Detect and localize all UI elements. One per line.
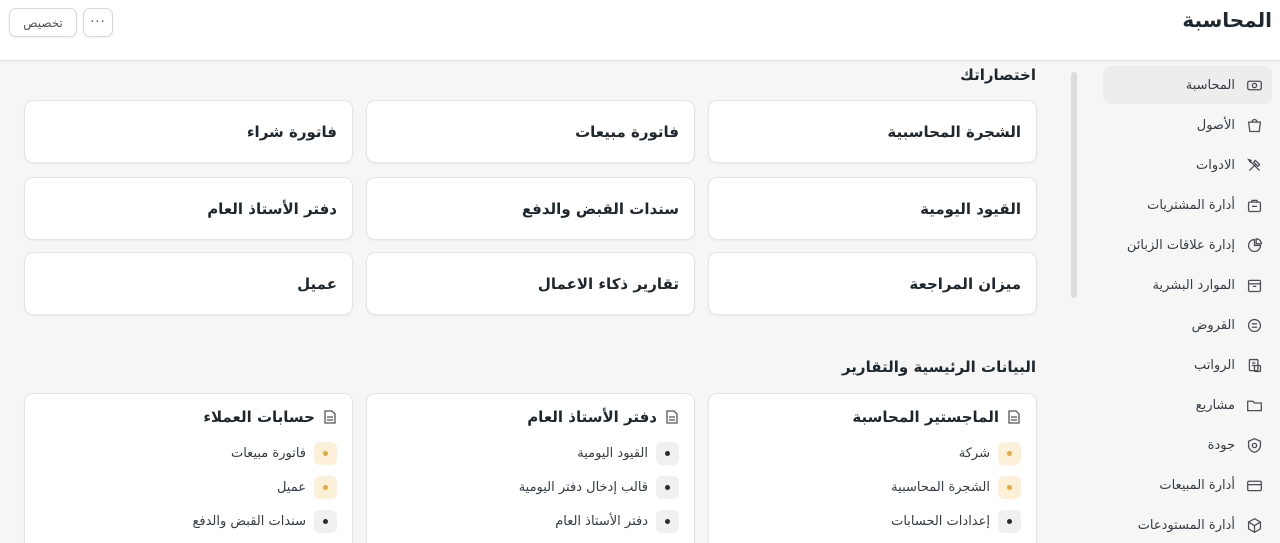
sidebar-item-stock[interactable]: أدارة المستودعات bbox=[1103, 506, 1272, 543]
link-item[interactable]: الشجرة المحاسبية bbox=[724, 470, 1021, 504]
document-icon bbox=[665, 409, 679, 425]
link-item[interactable]: سندات القبض والدفع bbox=[40, 504, 337, 538]
sidebar-item-assets[interactable]: الأصول bbox=[1103, 106, 1272, 144]
shortcuts-title: اختصاراتك bbox=[960, 66, 1036, 84]
sidebar-item-label: الموارد البشرية bbox=[1152, 277, 1235, 293]
sidebar-item-loans[interactable]: القروض bbox=[1103, 306, 1272, 344]
dot-indicator bbox=[998, 441, 1021, 465]
shield-icon bbox=[1244, 435, 1264, 455]
shortcut-card[interactable]: دفتر الأستاذ العام bbox=[24, 177, 353, 240]
link-item[interactable]: عميل bbox=[40, 470, 337, 504]
sidebar-item-label: أدارة المشتريات bbox=[1147, 197, 1235, 213]
tools-icon bbox=[1244, 155, 1264, 175]
link-item[interactable]: القيود اليومية bbox=[382, 436, 679, 470]
sidebar-item-label: مشاريع bbox=[1195, 397, 1235, 413]
sidebar-item-label: أدارة المبيعات bbox=[1159, 477, 1235, 493]
sidebar-item-accounting[interactable]: المحاسبة bbox=[1103, 66, 1272, 104]
link-item[interactable]: فاتورة مبيعات bbox=[40, 436, 337, 470]
link-item[interactable]: شركة bbox=[724, 436, 1021, 470]
scrollbar[interactable] bbox=[1071, 72, 1077, 298]
card-title: حسابات العملاء bbox=[203, 408, 315, 426]
top-bar: المحاسبة تخصيص ··· bbox=[0, 0, 1280, 61]
shortcut-card[interactable]: سندات القبض والدفع bbox=[366, 177, 695, 240]
document-icon bbox=[1007, 409, 1021, 425]
link-label: عميل bbox=[276, 479, 306, 495]
more-options-button[interactable]: ··· bbox=[83, 8, 113, 37]
shortcut-card[interactable]: ميزان المراجعة bbox=[708, 252, 1037, 315]
link-label: الشجرة المحاسبية bbox=[891, 479, 990, 495]
shortcut-card[interactable]: فاتورة مبيعات bbox=[366, 100, 695, 163]
sidebar-item-buying[interactable]: أدارة المشتريات bbox=[1103, 186, 1272, 224]
sidebar-item-label: الأصول bbox=[1196, 117, 1235, 133]
sidebar-item-label: جودة bbox=[1207, 437, 1235, 453]
sidebar-item-label: إدارة علاقات الزبائن bbox=[1126, 237, 1235, 253]
hr-icon bbox=[1244, 275, 1264, 295]
dot-indicator bbox=[314, 475, 337, 499]
card-header: حسابات العملاء bbox=[40, 406, 337, 428]
card-header: الماجستير المحاسبة bbox=[724, 406, 1021, 428]
sidebar-item-hr[interactable]: الموارد البشرية bbox=[1103, 266, 1272, 304]
sidebar-item-payroll[interactable]: الرواتب bbox=[1103, 346, 1272, 384]
sidebar-item-crm[interactable]: إدارة علاقات الزبائن bbox=[1103, 226, 1272, 264]
dot-indicator bbox=[998, 509, 1021, 533]
sidebar-item-label: أدارة المستودعات bbox=[1137, 517, 1235, 533]
page-title: المحاسبة bbox=[1182, 8, 1272, 32]
sidebar-item-projects[interactable]: مشاريع bbox=[1103, 386, 1272, 424]
link-label: قالب إدخال دفتر اليومية bbox=[518, 479, 648, 495]
card-header: دفتر الأستاذ العام bbox=[382, 406, 679, 428]
payroll-icon bbox=[1244, 355, 1264, 375]
shortcut-card[interactable]: تقارير ذكاء الاعمال bbox=[366, 252, 695, 315]
link-label: شركة bbox=[958, 445, 990, 461]
dot-indicator bbox=[656, 441, 679, 465]
link-item[interactable]: دفتر الأستاذ العام bbox=[382, 504, 679, 538]
shortcut-card[interactable]: فاتورة شراء bbox=[24, 100, 353, 163]
sidebar-item-selling[interactable]: أدارة المبيعات bbox=[1103, 466, 1272, 504]
sidebar: المحاسبة الأصول الادوات أدارة المشتريات … bbox=[1103, 66, 1272, 543]
shortcut-card[interactable]: الشجرة المحاسبية bbox=[708, 100, 1037, 163]
sidebar-item-label: القروض bbox=[1191, 317, 1235, 333]
link-label: إعدادات الحسابات bbox=[891, 513, 990, 529]
dot-indicator bbox=[314, 509, 337, 533]
folder-icon bbox=[1244, 395, 1264, 415]
link-item[interactable]: قالب إدخال دفتر اليومية bbox=[382, 470, 679, 504]
report-card: دفتر الأستاذ العام القيود اليومية قالب إ… bbox=[366, 393, 695, 543]
dot-indicator bbox=[656, 509, 679, 533]
dot-indicator bbox=[998, 475, 1021, 499]
link-label: سندات القبض والدفع bbox=[192, 513, 306, 529]
reports-title: البيانات الرئيسية والتقارير bbox=[841, 358, 1036, 376]
buying-icon bbox=[1244, 195, 1264, 215]
report-card: حسابات العملاء فاتورة مبيعات عميل سندات … bbox=[24, 393, 353, 543]
report-card: الماجستير المحاسبة شركة الشجرة المحاسبية… bbox=[708, 393, 1037, 543]
card-title: دفتر الأستاذ العام bbox=[527, 408, 657, 426]
link-label: دفتر الأستاذ العام bbox=[555, 513, 648, 529]
sidebar-item-tools[interactable]: الادوات bbox=[1103, 146, 1272, 184]
loans-icon bbox=[1244, 315, 1264, 335]
dot-indicator bbox=[656, 475, 679, 499]
accounting-icon bbox=[1244, 75, 1264, 95]
link-item[interactable]: إعدادات الحسابات bbox=[724, 504, 1021, 538]
card-title: الماجستير المحاسبة bbox=[852, 408, 999, 426]
customize-button[interactable]: تخصيص bbox=[9, 8, 77, 37]
box-icon bbox=[1244, 515, 1264, 535]
shortcut-card[interactable]: عميل bbox=[24, 252, 353, 315]
link-label: القيود اليومية bbox=[577, 445, 648, 461]
dot-indicator bbox=[314, 441, 337, 465]
shortcut-card[interactable]: القيود اليومية bbox=[708, 177, 1037, 240]
assets-icon bbox=[1244, 115, 1264, 135]
link-label: فاتورة مبيعات bbox=[230, 445, 306, 461]
card-icon bbox=[1244, 475, 1264, 495]
sidebar-item-label: الادوات bbox=[1196, 157, 1235, 173]
sidebar-item-label: المحاسبة bbox=[1185, 77, 1235, 93]
sidebar-item-quality[interactable]: جودة bbox=[1103, 426, 1272, 464]
sidebar-item-label: الرواتب bbox=[1193, 357, 1235, 373]
document-icon bbox=[323, 409, 337, 425]
crm-icon bbox=[1244, 235, 1264, 255]
